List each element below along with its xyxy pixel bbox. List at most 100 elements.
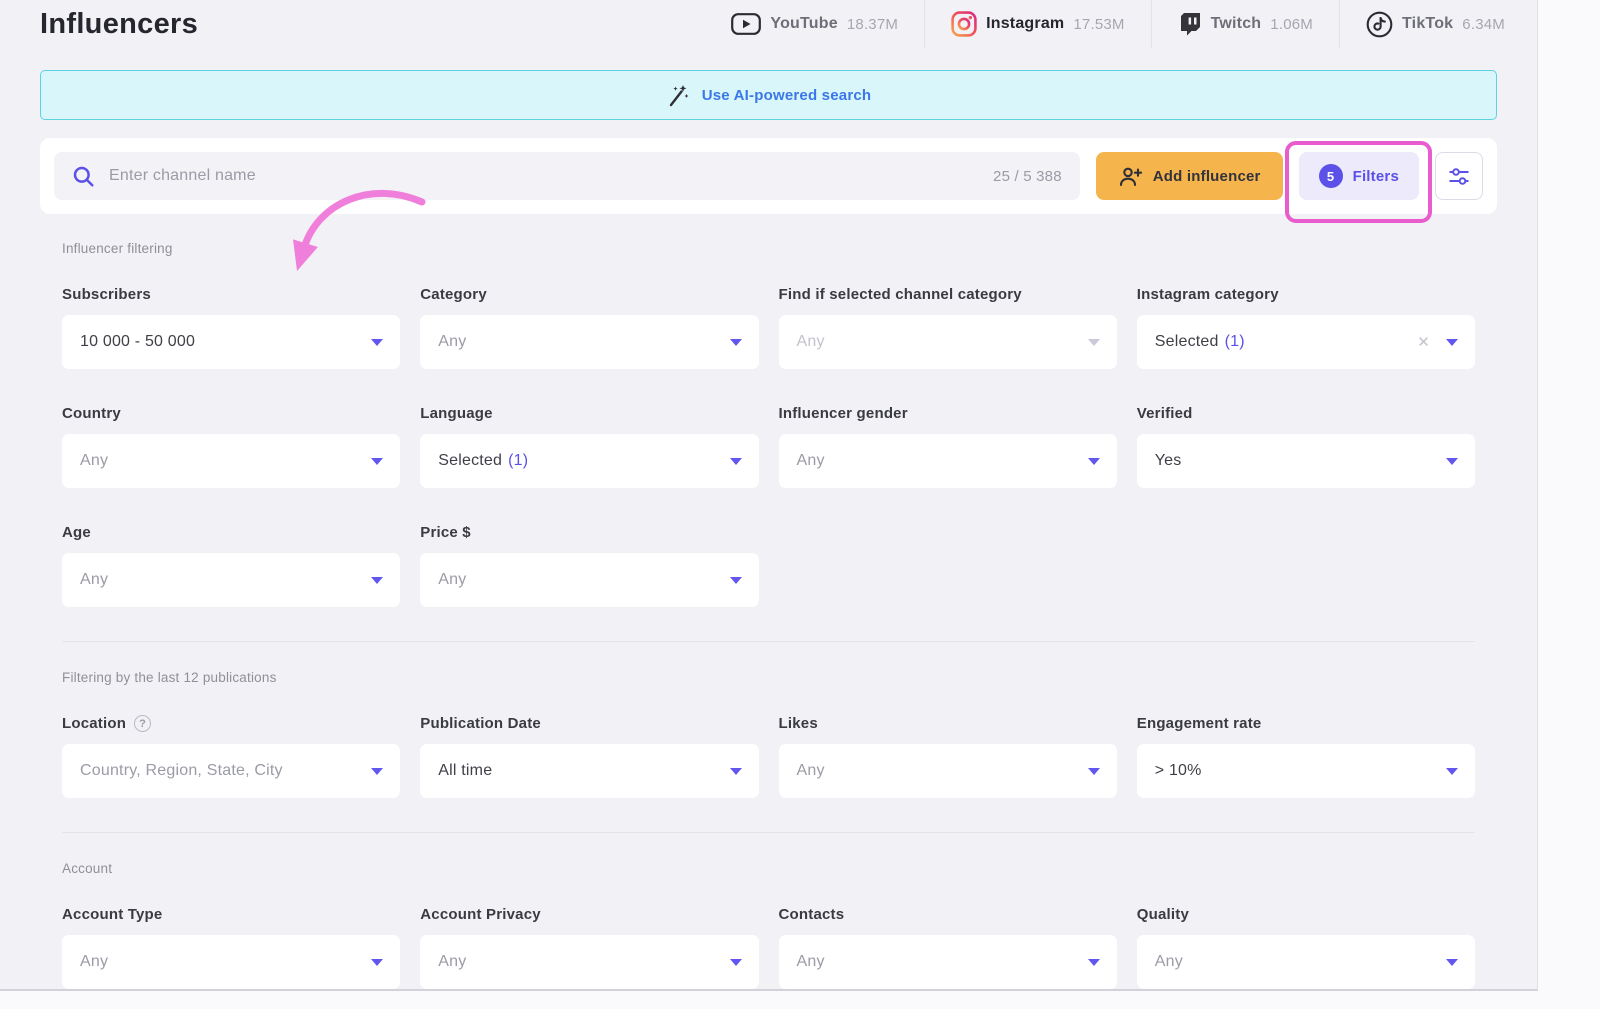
select-value: Yes <box>1155 452 1182 470</box>
field-label: Publication Date <box>420 715 758 732</box>
field-label: Contacts <box>779 906 1117 923</box>
verified-dropdown[interactable]: Yes <box>1137 434 1475 488</box>
twitch-icon <box>1178 11 1202 37</box>
platform-tab-instagram[interactable]: Instagram 17.53M <box>924 0 1151 48</box>
chevron-down-icon <box>1088 458 1100 465</box>
filter-field-category: Category Any <box>420 286 758 369</box>
gender-dropdown[interactable]: Any <box>779 434 1117 488</box>
add-influencer-label: Add influencer <box>1153 168 1261 185</box>
platform-tab-count: 6.34M <box>1462 16 1505 33</box>
platform-tab-tiktok[interactable]: TikTok 6.34M <box>1339 0 1531 48</box>
section-title-publications: Filtering by the last 12 publications <box>62 670 1475 685</box>
selected-count: (1) <box>508 452 528 470</box>
select-value: Any <box>438 333 466 351</box>
field-label: Country <box>62 405 400 422</box>
field-label: Language <box>420 405 758 422</box>
platform-tab-youtube[interactable]: YouTube 18.37M <box>705 0 924 48</box>
field-label: Category <box>420 286 758 303</box>
field-label: Instagram category <box>1137 286 1475 303</box>
page-header: Influencers YouTube 18.37M Instagram 17.… <box>0 0 1537 48</box>
select-value: Any <box>438 953 466 971</box>
filter-settings-button[interactable] <box>1435 152 1483 200</box>
field-label: Subscribers <box>62 286 400 303</box>
filter-field-quality: Quality Any <box>1137 906 1475 989</box>
publications-filter-grid: Location ? Country, Region, State, City … <box>62 715 1475 798</box>
filter-field-age: Age Any <box>62 524 400 607</box>
channel-search-input[interactable] <box>109 167 979 185</box>
selected-count: (1) <box>1225 333 1245 351</box>
chevron-down-icon <box>730 458 742 465</box>
select-value: Selected (1) <box>438 452 528 470</box>
country-dropdown[interactable]: Any <box>62 434 400 488</box>
contacts-dropdown[interactable]: Any <box>779 935 1117 989</box>
filter-field-likes: Likes Any <box>779 715 1117 798</box>
engagement-rate-dropdown[interactable]: > 10% <box>1137 744 1475 798</box>
filter-field-channel-category: Find if selected channel category Any <box>779 286 1117 369</box>
section-divider <box>62 641 1475 642</box>
select-value: All time <box>438 762 492 780</box>
field-label: Quality <box>1137 906 1475 923</box>
filters-count-badge: 5 <box>1319 164 1343 188</box>
filters-button-wrap: 5 Filters <box>1299 152 1419 200</box>
account-type-dropdown[interactable]: Any <box>62 935 400 989</box>
chevron-down-icon <box>1088 959 1100 966</box>
filters-button[interactable]: 5 Filters <box>1299 152 1419 200</box>
filter-field-instagram-category: Instagram category Selected (1) ✕ <box>1137 286 1475 369</box>
field-label: Price $ <box>420 524 758 541</box>
chevron-down-icon <box>371 577 383 584</box>
section-title-influencer-filtering: Influencer filtering <box>62 241 1475 256</box>
chevron-down-icon <box>371 339 383 346</box>
select-value: Any <box>797 762 825 780</box>
publication-date-dropdown[interactable]: All time <box>420 744 758 798</box>
field-label: Account Type <box>62 906 400 923</box>
tiktok-icon <box>1366 11 1393 38</box>
select-value: Any <box>80 571 108 589</box>
filter-field-verified: Verified Yes <box>1137 405 1475 488</box>
field-label: Likes <box>779 715 1117 732</box>
platform-tab-label: Twitch <box>1211 15 1262 33</box>
select-value: > 10% <box>1155 762 1202 780</box>
platform-tab-label: YouTube <box>770 15 837 33</box>
field-label: Engagement rate <box>1137 715 1475 732</box>
channel-category-dropdown: Any <box>779 315 1117 369</box>
platform-tab-label: TikTok <box>1402 15 1453 33</box>
chevron-down-icon <box>1446 959 1458 966</box>
select-value: Any <box>80 452 108 470</box>
language-dropdown[interactable]: Selected (1) <box>420 434 758 488</box>
chevron-down-icon <box>1088 339 1100 346</box>
chevron-down-icon <box>730 577 742 584</box>
filter-field-country: Country Any <box>62 405 400 488</box>
ai-search-label: Use AI-powered search <box>702 87 872 104</box>
channel-search-box[interactable]: 25 / 5 388 <box>54 152 1080 200</box>
ai-search-banner[interactable]: Use AI-powered search <box>40 70 1497 120</box>
account-filter-grid: Account Type Any Account Privacy Any Con… <box>62 906 1475 989</box>
select-value: Any <box>80 953 108 971</box>
subscribers-dropdown[interactable]: 10 000 - 50 000 <box>62 315 400 369</box>
likes-dropdown[interactable]: Any <box>779 744 1117 798</box>
instagram-category-dropdown[interactable]: Selected (1) ✕ <box>1137 315 1475 369</box>
age-dropdown[interactable]: Any <box>62 553 400 607</box>
field-label: Account Privacy <box>420 906 758 923</box>
filter-field-location: Location ? Country, Region, State, City <box>62 715 400 798</box>
category-dropdown[interactable]: Any <box>420 315 758 369</box>
location-dropdown[interactable]: Country, Region, State, City <box>62 744 400 798</box>
section-divider <box>62 832 1475 833</box>
add-influencer-button[interactable]: Add influencer <box>1096 152 1283 200</box>
filter-field-gender: Influencer gender Any <box>779 405 1117 488</box>
platform-tabs: YouTube 18.37M Instagram 17.53M Twitch 1… <box>705 0 1531 48</box>
search-toolbar: 25 / 5 388 Add influencer 5 Filters <box>40 138 1497 214</box>
quality-dropdown[interactable]: Any <box>1137 935 1475 989</box>
select-value: Any <box>797 452 825 470</box>
select-value: Any <box>797 953 825 971</box>
help-icon[interactable]: ? <box>134 715 151 732</box>
filter-field-language: Language Selected (1) <box>420 405 758 488</box>
platform-tab-twitch[interactable]: Twitch 1.06M <box>1151 0 1339 48</box>
filter-field-contacts: Contacts Any <box>779 906 1117 989</box>
chevron-down-icon <box>371 768 383 775</box>
account-privacy-dropdown[interactable]: Any <box>420 935 758 989</box>
price-dropdown[interactable]: Any <box>420 553 758 607</box>
influencers-page: Influencers YouTube 18.37M Instagram 17.… <box>0 0 1538 991</box>
clear-icon[interactable]: ✕ <box>1417 335 1430 350</box>
chevron-down-icon <box>730 959 742 966</box>
field-label: Location ? <box>62 715 400 732</box>
